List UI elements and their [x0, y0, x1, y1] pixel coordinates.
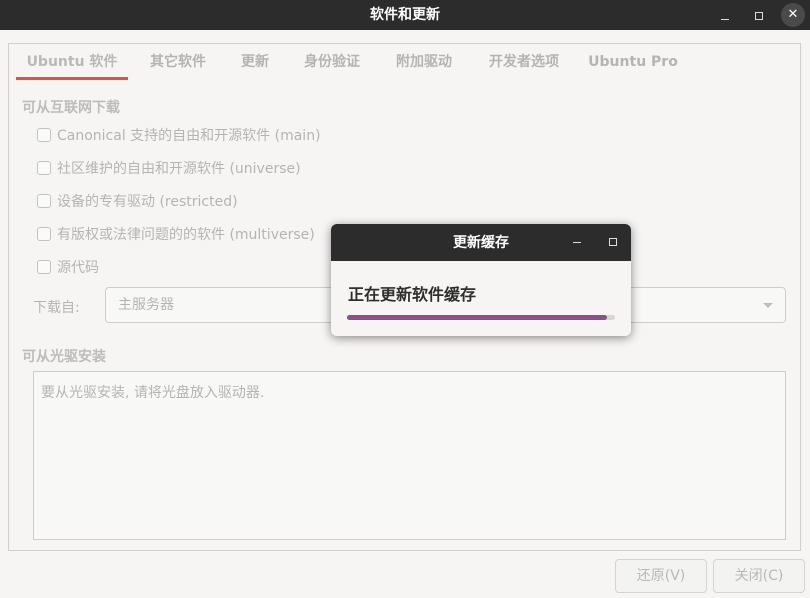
dialog-maximize-icon[interactable]: [609, 238, 617, 246]
checkbox-label: Canonical 支持的自由和开源软件 (main): [57, 128, 321, 144]
dialog-message: 正在更新软件缓存: [348, 285, 477, 304]
checkbox-icon[interactable]: [37, 260, 51, 274]
dialog-titlebar: 更新缓存: [331, 224, 631, 261]
checkbox-label: 有版权或法律问题的的软件 (multiverse): [57, 227, 315, 243]
internet-section-title: 可从互联网下载: [22, 100, 120, 116]
checkbox-label: 设备的专有驱动 (restricted): [57, 194, 238, 210]
progress-bar-fill: [347, 315, 607, 320]
maximize-icon: [755, 11, 763, 20]
cdrom-list[interactable]: 要从光驱安装, 请将光盘放入驱动器.: [33, 371, 786, 540]
dialog-minimize-icon[interactable]: [573, 242, 581, 243]
update-cache-dialog: 更新缓存 正在更新软件缓存: [331, 224, 631, 336]
window-titlebar: 软件和更新 ✕: [0, 0, 810, 30]
tab-ubuntu-pro[interactable]: Ubuntu Pro: [585, 44, 681, 80]
active-tab-indicator: [16, 77, 128, 80]
cdrom-section-title: 可从光驱安装: [22, 349, 106, 365]
checkbox-icon[interactable]: [37, 227, 51, 241]
close-window-button[interactable]: ✕: [781, 3, 805, 27]
checkbox-icon[interactable]: [37, 161, 51, 175]
window-title: 软件和更新: [370, 7, 440, 23]
tab-updates[interactable]: 更新: [230, 44, 280, 80]
close-icon: ✕: [787, 7, 799, 22]
minimize-icon: [721, 19, 729, 20]
close-button[interactable]: 关闭(C): [713, 559, 805, 593]
maximize-button[interactable]: [747, 3, 771, 27]
checkbox-label: 社区维护的自由和开源软件 (universe): [57, 161, 301, 177]
checkbox-icon[interactable]: [37, 194, 51, 208]
tab-additional-drivers[interactable]: 附加驱动: [386, 44, 462, 80]
download-from-label: 下载自:: [33, 300, 80, 316]
checkbox-icon[interactable]: [37, 128, 51, 142]
dropdown-arrow-icon: [763, 303, 773, 308]
tab-developer-options[interactable]: 开发者选项: [478, 44, 570, 80]
tab-other-software[interactable]: 其它软件: [140, 44, 216, 80]
dialog-title: 更新缓存: [453, 235, 509, 251]
checkbox-label: 源代码: [57, 260, 99, 276]
revert-button[interactable]: 还原(V): [615, 559, 707, 593]
minimize-button[interactable]: [713, 3, 737, 27]
cdrom-hint: 要从光驱安装, 请将光盘放入驱动器.: [41, 385, 265, 401]
tab-ubuntu-software[interactable]: Ubuntu 软件: [16, 44, 128, 80]
progress-bar: [347, 315, 615, 320]
tab-authentication[interactable]: 身份验证: [295, 44, 369, 80]
download-server-value: 主服务器: [118, 297, 174, 313]
